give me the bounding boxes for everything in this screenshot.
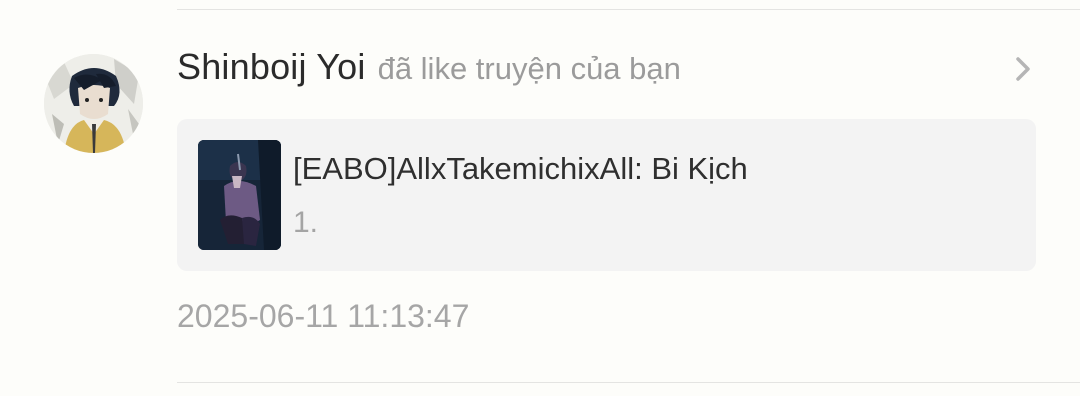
timestamp: 2025-06-11 11:13:47 — [177, 298, 470, 334]
user-name[interactable]: Shinboij Yoi — [177, 46, 366, 88]
chevron-right-icon[interactable] — [1008, 54, 1038, 84]
top-divider — [177, 9, 1080, 10]
story-cover-image — [198, 140, 281, 250]
action-text: đã like truyện của bạn — [377, 51, 681, 86]
story-title[interactable]: [EABO]AllxTakemichixAll: Bi Kịch — [293, 151, 748, 187]
user-avatar[interactable] — [44, 54, 143, 153]
avatar-illustration — [44, 54, 143, 153]
notification-text[interactable]: Shinboij Yoi đã like truyện của bạn — [177, 46, 681, 96]
story-chapter: 1. — [293, 206, 319, 239]
story-card[interactable]: [EABO]AllxTakemichixAll: Bi Kịch 1. — [177, 119, 1036, 271]
bottom-divider — [177, 382, 1080, 383]
notification-page: Shinboij Yoi đã like truyện của bạn [EAB… — [0, 0, 1080, 396]
